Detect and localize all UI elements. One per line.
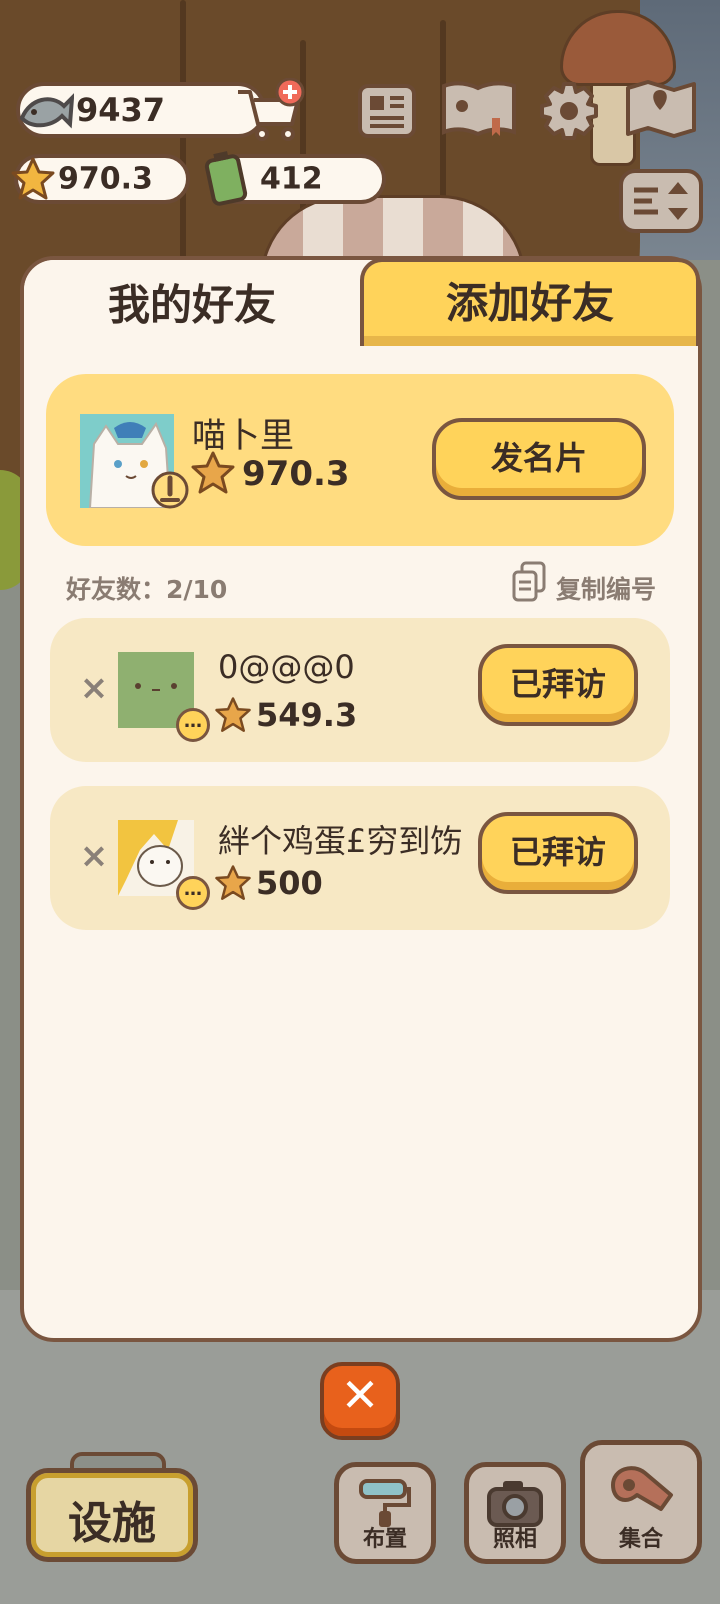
star-icon	[191, 451, 235, 494]
friend-name: 0@@@0	[218, 648, 355, 686]
gather-button[interactable]: 集合	[580, 1440, 702, 1564]
visited-button[interactable]: 已拜访	[478, 812, 638, 894]
friend-row: × … 絆个鸡蛋£穷到饬 500 已拜访	[50, 786, 670, 930]
friends-meta-row: 好友数：2/10 复制编号	[66, 561, 656, 606]
fish-icon	[19, 93, 74, 129]
copy-id-button[interactable]: 复制编号	[556, 570, 656, 606]
chat-bubble-icon[interactable]: …	[176, 876, 210, 910]
shopping-cart-add-icon[interactable]	[234, 78, 306, 144]
gear-icon[interactable]	[538, 80, 600, 142]
visited-button[interactable]: 已拜访	[478, 644, 638, 726]
tab-my-friends[interactable]: 我的好友	[24, 260, 360, 344]
remove-friend-icon[interactable]: ×	[74, 668, 114, 708]
my-score: 970.3	[242, 454, 350, 494]
photo-button[interactable]: 照相	[464, 1462, 566, 1564]
gather-label: 集合	[618, 1527, 663, 1552]
facility-label: 设施	[68, 1498, 156, 1549]
copy-icon[interactable]	[510, 560, 548, 604]
facility-button[interactable]: 设施	[26, 1468, 198, 1562]
remove-friend-icon[interactable]: ×	[74, 836, 114, 876]
my-profile-card: 喵卜里 970.3 发名片	[46, 374, 674, 546]
fish-count: 9437	[76, 91, 166, 129]
friend-row: × … 0@@@0 549.3 已拜访	[50, 618, 670, 762]
star-icon	[215, 697, 251, 732]
friend-name: 絆个鸡蛋£穷到饬	[218, 822, 463, 860]
battery-icon	[204, 151, 248, 206]
newspaper-icon[interactable]	[356, 80, 418, 142]
star-count: 970.3	[58, 161, 153, 197]
paw-book-icon[interactable]	[440, 78, 518, 140]
close-icon: ✕	[340, 1368, 380, 1422]
layout-label: 布置	[362, 1527, 407, 1552]
star-icon	[215, 865, 251, 900]
friend-count: 好友数：2/10	[66, 575, 228, 604]
tab-my-friends-label: 我的好友	[107, 280, 276, 330]
friend-score: 500	[256, 864, 323, 902]
whistle-icon	[611, 1466, 673, 1511]
photo-label: 照相	[492, 1527, 537, 1552]
sort-toggle-icon[interactable]	[618, 168, 704, 234]
send-card-button[interactable]: 发名片	[432, 418, 646, 500]
tab-add-friend[interactable]: 添加好友	[360, 258, 700, 346]
chat-bubble-icon[interactable]: …	[176, 708, 210, 742]
friend-score: 549.3	[256, 696, 358, 734]
layout-button[interactable]: 布置	[334, 1462, 436, 1564]
edit-profile-icon[interactable]	[150, 470, 190, 510]
star-icon	[11, 157, 55, 200]
battery-count: 412	[260, 161, 323, 197]
close-button[interactable]: ✕	[320, 1362, 400, 1440]
map-icon[interactable]	[624, 78, 698, 140]
tab-add-friend-label: 添加好友	[445, 278, 614, 328]
